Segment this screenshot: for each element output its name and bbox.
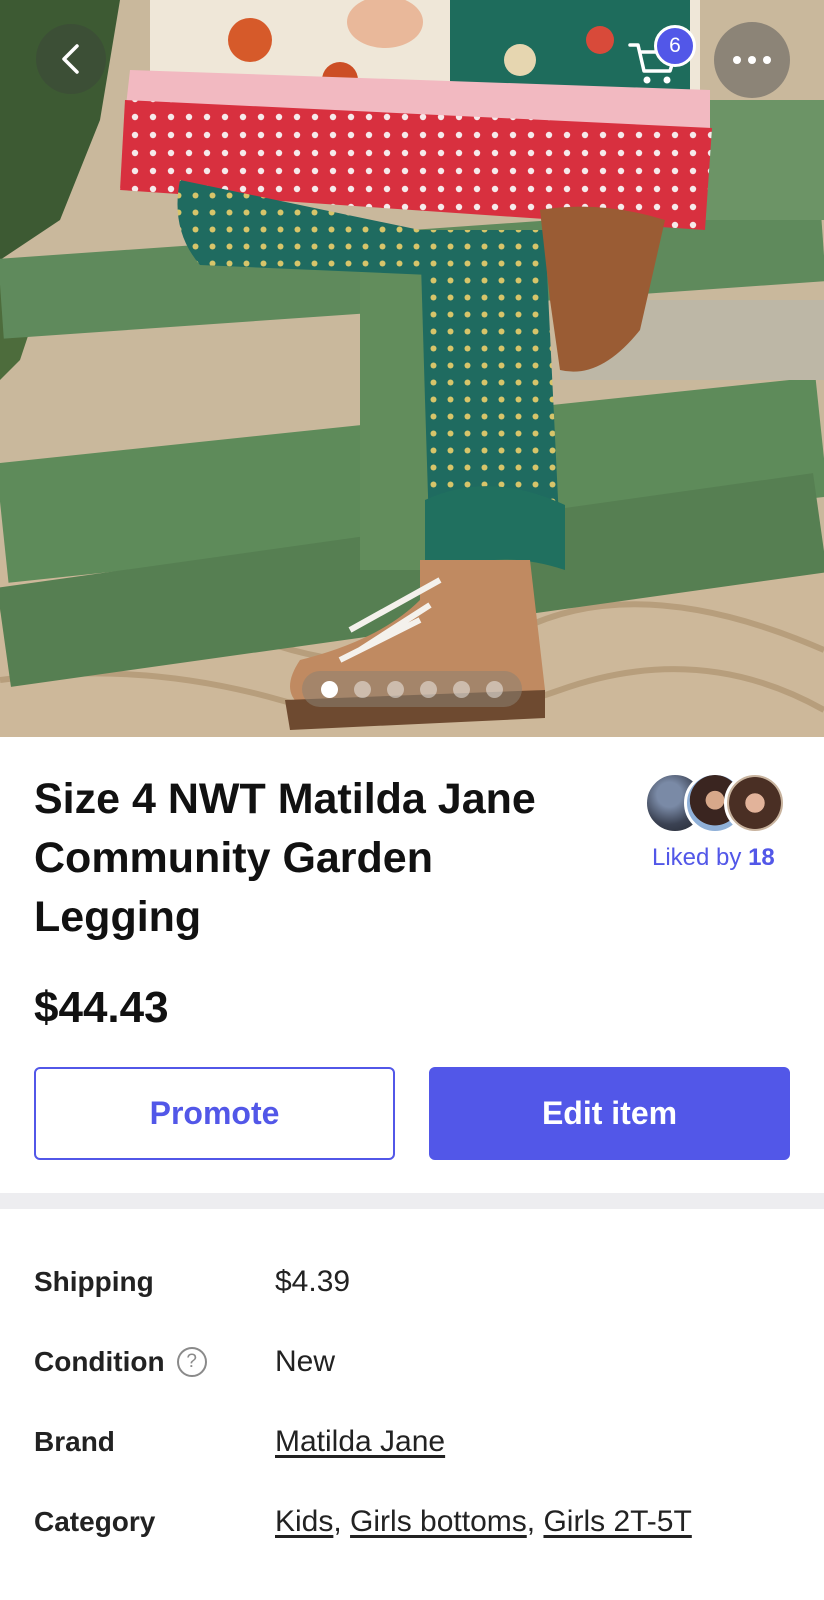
help-icon[interactable]: ? — [176, 1347, 207, 1377]
condition-label-group: Condition ? — [34, 1346, 275, 1378]
item-title-line: Legging — [34, 893, 202, 941]
category-link[interactable]: Girls 2T-5T — [543, 1505, 691, 1538]
liked-by[interactable]: Liked by 18 — [640, 772, 790, 872]
more-options-button[interactable] — [714, 22, 790, 98]
category-link[interactable]: Girls bottoms — [350, 1505, 527, 1538]
category-label: Category — [34, 1506, 156, 1537]
chevron-left-icon — [62, 44, 79, 74]
condition-label: Condition — [34, 1346, 165, 1377]
brand-link[interactable]: Matilda Jane — [275, 1425, 445, 1458]
condition-row: Condition ? New — [34, 1340, 794, 1384]
back-button[interactable] — [36, 24, 106, 94]
brand-row: Brand Matilda Jane — [34, 1420, 794, 1464]
gallery-dot[interactable] — [387, 680, 404, 698]
product-photo — [0, 0, 824, 737]
item-price: $44.43 — [34, 983, 169, 1032]
product-photo-gallery[interactable]: 6 — [0, 0, 824, 737]
shipping-row: Shipping $4.39 — [34, 1260, 794, 1304]
category-link[interactable]: Kids — [275, 1505, 333, 1538]
liked-by-prefix: Liked by — [652, 844, 742, 871]
gallery-dot[interactable] — [354, 680, 371, 698]
item-title: Size 4 NWT Matilda Jane Community Garden… — [34, 770, 594, 947]
cart-count-badge: 6 — [654, 25, 696, 67]
gallery-dot[interactable] — [486, 680, 503, 698]
gallery-dot[interactable] — [321, 680, 338, 698]
category-separator: , — [333, 1505, 342, 1538]
gallery-dot[interactable] — [420, 680, 437, 698]
liked-by-text: Liked by 18 — [652, 844, 790, 872]
liked-by-count: 18 — [748, 844, 775, 871]
condition-value: New — [275, 1345, 336, 1378]
category-separator: , — [526, 1505, 536, 1538]
brand-value: Matilda Jane — [275, 1425, 445, 1459]
promote-button[interactable]: Promote — [34, 1067, 395, 1160]
brand-label: Brand — [34, 1426, 115, 1457]
liker-avatars — [640, 772, 790, 836]
item-title-line: Size 4 NWT Matilda Jane — [34, 775, 536, 823]
edit-item-button[interactable]: Edit item — [429, 1067, 790, 1160]
shipping-value: $4.39 — [275, 1265, 351, 1298]
item-title-line: Community Garden — [34, 834, 433, 882]
gallery-pagination — [302, 671, 522, 707]
avatar — [724, 772, 786, 834]
category-value: Kids, Girls bottoms, Girls 2T-5T — [275, 1505, 692, 1539]
more-horizontal-icon — [733, 56, 771, 64]
category-row: Category Kids, Girls bottoms, Girls 2T-5… — [34, 1500, 794, 1544]
shipping-label: Shipping — [34, 1266, 154, 1297]
section-divider — [0, 1193, 824, 1209]
gallery-dot[interactable] — [453, 680, 470, 698]
